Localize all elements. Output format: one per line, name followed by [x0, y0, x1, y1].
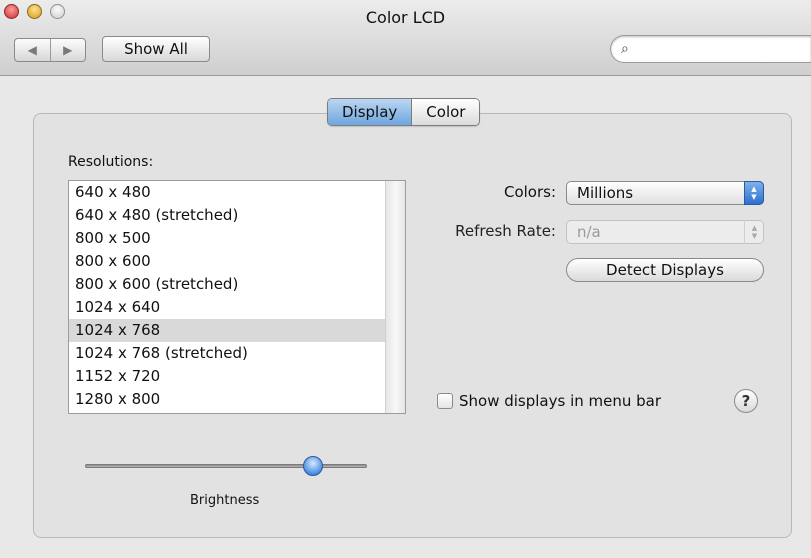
detect-displays-button[interactable]: Detect Displays	[566, 258, 764, 282]
show-displays-in-menu-bar[interactable]: Show displays in menu bar	[437, 392, 661, 410]
list-item-selected[interactable]: 1024 x 768	[69, 319, 385, 342]
list-item[interactable]: 800 x 600 (stretched)	[69, 273, 385, 296]
brightness-slider-track[interactable]	[85, 464, 367, 468]
menu-bar-checkbox-label: Show displays in menu bar	[459, 392, 662, 410]
refresh-rate-label: Refresh Rate:	[455, 222, 556, 240]
back-arrow-icon[interactable]: ◀	[15, 39, 50, 61]
search-input[interactable]	[639, 40, 804, 58]
popup-arrows-icon: ▲ ▼	[744, 220, 764, 244]
list-item[interactable]: 640 x 480 (stretched)	[69, 204, 385, 227]
back-forward-control: ◀ ▶	[14, 38, 86, 62]
brightness-label: Brightness	[190, 493, 260, 508]
list-item[interactable]: 1024 x 640	[69, 296, 385, 319]
list-item[interactable]: 1280 x 800	[69, 388, 385, 411]
search-field[interactable]: ⌕	[610, 35, 811, 63]
help-button[interactable]: ?	[734, 389, 758, 413]
show-all-button[interactable]: Show All	[102, 36, 210, 62]
list-scrollbar[interactable]	[385, 181, 405, 413]
list-item[interactable]: 1152 x 720	[69, 365, 385, 388]
colors-popup[interactable]: Millions ▲ ▼	[566, 181, 764, 205]
list-item[interactable]: 640 x 480	[69, 181, 385, 204]
list-item[interactable]: 1024 x 768 (stretched)	[69, 342, 385, 365]
menu-bar-checkbox[interactable]	[437, 393, 453, 409]
window-title: Color LCD	[365, 8, 446, 27]
colors-value: Millions	[577, 184, 634, 202]
resolutions-label: Resolutions:	[68, 154, 154, 170]
refresh-rate-value: n/a	[577, 223, 601, 241]
resolutions-list[interactable]: 640 x 480 640 x 480 (stretched) 800 x 50…	[68, 180, 406, 414]
tab-color[interactable]: Color	[411, 99, 480, 125]
magnifier-icon: ⌕	[621, 41, 629, 57]
toolbar: Color LCD ◀ ▶ Show All ⌕	[0, 0, 811, 76]
list-item[interactable]: 800 x 500	[69, 227, 385, 250]
tab-bar: Display Color	[327, 98, 481, 126]
forward-arrow-icon[interactable]: ▶	[49, 39, 86, 61]
popup-arrows-icon: ▲ ▼	[744, 181, 764, 205]
list-item[interactable]: 800 x 600	[69, 250, 385, 273]
tab-display[interactable]: Display	[328, 99, 412, 125]
refresh-rate-popup: n/a ▲ ▼	[566, 220, 764, 244]
colors-label: Colors:	[503, 183, 556, 201]
